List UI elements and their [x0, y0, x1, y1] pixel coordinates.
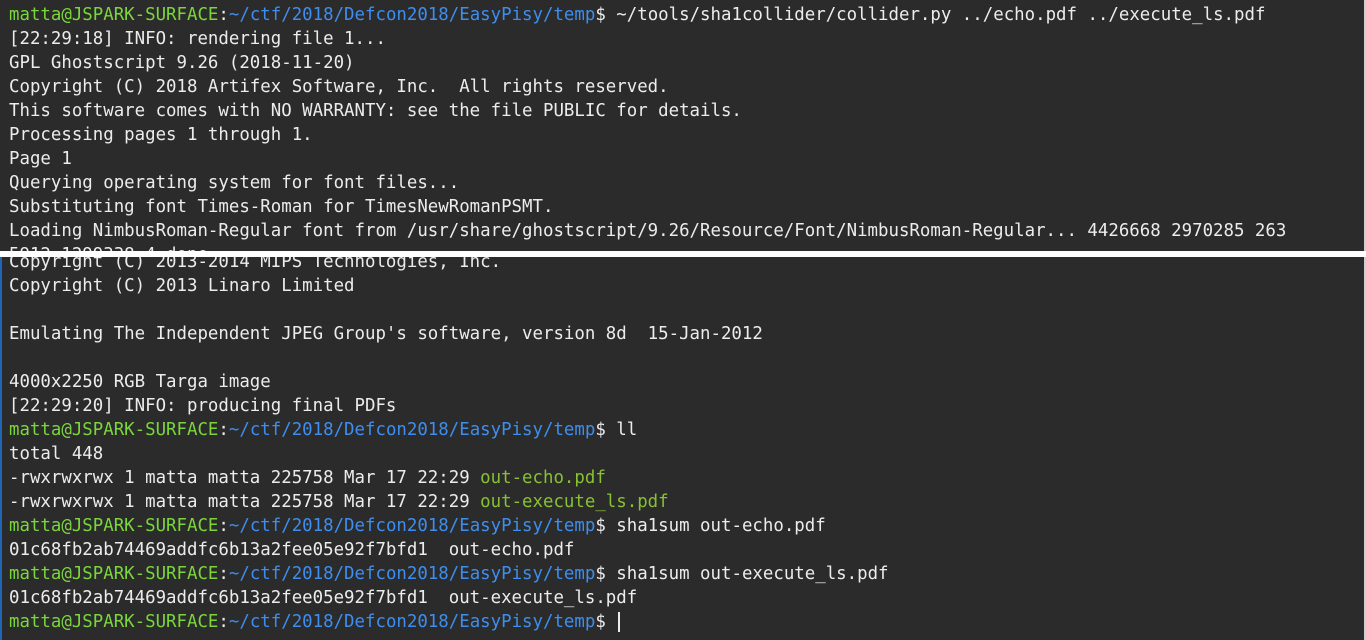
file-meta: -rwxrwxrwx 1 matta matta 225758 Mar 17 2… — [9, 468, 481, 488]
prompt-dollar: $ — [595, 564, 606, 584]
output-line: Copyright (C) 2013-2014 MIPS Technologie… — [9, 257, 502, 272]
output-line: total 448 — [9, 444, 104, 464]
prompt-sep: : — [218, 612, 229, 632]
terminal-output-bottom: Copyright (C) 2013-2014 MIPS Technologie… — [9, 257, 1364, 634]
output-line: 01c68fb2ab74469addfc6b13a2fee05e92f7bfd1… — [9, 588, 638, 608]
terminal-pane-top[interactable]: matta@JSPARK-SURFACE:~/ctf/2018/Defcon20… — [0, 0, 1366, 251]
command-text: ~/tools/sha1collider/collider.py ../echo… — [605, 5, 1266, 25]
prompt-line: matta@JSPARK-SURFACE:~/ctf/2018/Defcon20… — [9, 514, 1364, 538]
prompt-user-host: matta@JSPARK-SURFACE — [9, 612, 219, 632]
command-input[interactable] — [606, 612, 616, 632]
output-line: 01c68fb2ab74469addfc6b13a2fee05e92f7bfd1… — [9, 540, 575, 560]
output-line: Copyright (C) 2013 Linaro Limited — [9, 276, 355, 296]
prompt-sep: : — [218, 5, 229, 25]
file-name: out-execute_ls.pdf — [480, 492, 669, 512]
prompt-user-host: matta@JSPARK-SURFACE — [9, 420, 219, 440]
text-cursor — [618, 612, 621, 632]
output-line: [22:29:20] INFO: producing final PDFs — [9, 396, 397, 416]
output-line: [22:29:18] INFO: rendering file 1... — [9, 29, 386, 49]
prompt-user-host: matta@JSPARK-SURFACE — [9, 564, 219, 584]
output-line: Copyright (C) 2018 Artifex Software, Inc… — [9, 77, 669, 97]
file-listing-row: -rwxrwxrwx 1 matta matta 225758 Mar 17 2… — [9, 490, 1364, 514]
command-text: ll — [605, 420, 638, 440]
output-line: 5912 1299338 4 done. — [9, 243, 1364, 251]
prompt-path: ~/ctf/2018/Defcon2018/EasyPisy/temp — [228, 516, 596, 536]
file-meta: -rwxrwxrwx 1 matta matta 225758 Mar 17 2… — [9, 492, 481, 512]
output-line: Loading NimbusRoman-Regular font from /u… — [9, 221, 1287, 241]
prompt-line-active[interactable]: matta@JSPARK-SURFACE:~/ctf/2018/Defcon20… — [9, 610, 1364, 634]
prompt-sep: : — [218, 564, 229, 584]
output-line: Emulating The Independent JPEG Group's s… — [9, 324, 763, 344]
terminal-output-top: matta@JSPARK-SURFACE:~/ctf/2018/Defcon20… — [9, 3, 1364, 251]
prompt-path: ~/ctf/2018/Defcon2018/EasyPisy/temp — [228, 612, 596, 632]
output-line: Querying operating system for font files… — [9, 173, 460, 193]
prompt-path: ~/ctf/2018/Defcon2018/EasyPisy/temp — [228, 5, 596, 25]
output-line: Page 1 — [9, 149, 72, 169]
terminal-pane-bottom[interactable]: Copyright (C) 2013-2014 MIPS Technologie… — [0, 257, 1366, 640]
file-name: out-echo.pdf — [480, 468, 606, 488]
command-text: sha1sum out-execute_ls.pdf — [605, 564, 889, 584]
prompt-user-host: matta@JSPARK-SURFACE — [9, 516, 219, 536]
prompt-line: matta@JSPARK-SURFACE:~/ctf/2018/Defcon20… — [9, 562, 1364, 586]
command-text: sha1sum out-echo.pdf — [605, 516, 826, 536]
prompt-dollar: $ — [595, 516, 606, 536]
output-line: Substituting font Times-Roman for TimesN… — [9, 197, 554, 217]
prompt-user-host: matta@JSPARK-SURFACE — [9, 5, 219, 25]
prompt-dollar: $ — [595, 612, 606, 632]
prompt-sep: : — [218, 420, 229, 440]
file-listing-row: -rwxrwxrwx 1 matta matta 225758 Mar 17 2… — [9, 466, 1364, 490]
prompt-dollar: $ — [595, 420, 606, 440]
output-line: This software comes with NO WARRANTY: se… — [9, 101, 742, 121]
output-line: 4000x2250 RGB Targa image — [9, 372, 271, 392]
output-line: GPL Ghostscript 9.26 (2018-11-20) — [9, 53, 355, 73]
prompt-dollar: $ — [595, 5, 606, 25]
prompt-path: ~/ctf/2018/Defcon2018/EasyPisy/temp — [228, 420, 596, 440]
prompt-sep: : — [218, 516, 229, 536]
prompt-line: matta@JSPARK-SURFACE:~/ctf/2018/Defcon20… — [9, 418, 1364, 442]
output-line: Processing pages 1 through 1. — [9, 125, 313, 145]
prompt-line: matta@JSPARK-SURFACE:~/ctf/2018/Defcon20… — [9, 3, 1364, 27]
prompt-path: ~/ctf/2018/Defcon2018/EasyPisy/temp — [228, 564, 596, 584]
